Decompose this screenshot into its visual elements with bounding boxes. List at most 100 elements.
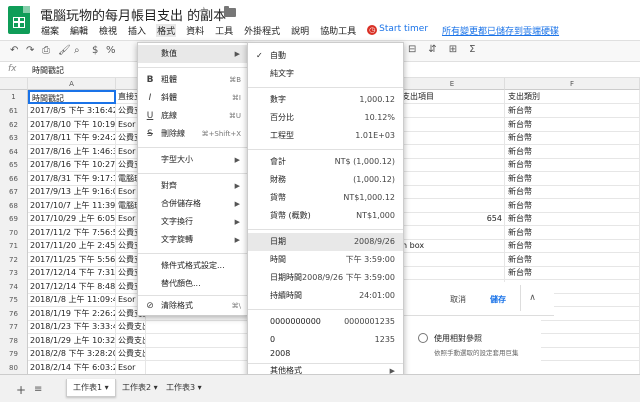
row-number[interactable]: 69 <box>0 212 28 226</box>
cell-category[interactable]: 新台幣 <box>505 212 640 226</box>
all-sheets-icon[interactable]: ≡ <box>34 384 42 395</box>
format-menu-italic[interactable]: I 斜體 ⌘I <box>138 89 248 107</box>
cell-category[interactable]: 新台幣 <box>505 252 640 267</box>
cell-timestamp[interactable]: 2017/12/14 下午 8:48:00 <box>28 279 116 294</box>
cell-category[interactable]: 新台幣 <box>505 171 640 186</box>
number-format-financial[interactable]: 財務 (1,000.12) <box>248 171 403 189</box>
insert-link-icon[interactable]: ⊟ <box>408 44 416 55</box>
cell-category[interactable]: 新台幣 <box>505 225 640 240</box>
cell-item[interactable]: h box <box>400 239 505 253</box>
header-cell-timestamp[interactable]: 時間戳記 <box>28 90 116 104</box>
sheets-logo-icon[interactable] <box>8 6 30 34</box>
header-cell-category[interactable]: 支出類別 <box>505 90 640 104</box>
number-format-accounting[interactable]: 會計 NT$ (1,000.12) <box>248 153 403 171</box>
row-number[interactable]: 68 <box>0 198 28 213</box>
cell-item[interactable]: 654 <box>400 212 505 226</box>
print-icon[interactable]: ⎙ <box>42 45 50 56</box>
cell-timestamp[interactable]: 2017/8/31 下午 9:17:16 <box>28 171 116 186</box>
filter-icon[interactable]: ⇵ <box>428 44 436 55</box>
format-menu-font-size[interactable]: 字型大小 ▶ <box>138 151 248 169</box>
row-number[interactable]: 74 <box>0 279 28 294</box>
row-number[interactable]: 64 <box>0 144 28 159</box>
cell-timestamp[interactable]: 2017/11/2 下午 7:56:52 <box>28 225 116 240</box>
format-menu-strikethrough[interactable]: S 刪除線 ⌘+Shift+X <box>138 125 248 143</box>
cell-item[interactable] <box>400 131 505 145</box>
cell-timestamp[interactable]: 2017/11/25 下午 5:56:11 <box>28 252 116 267</box>
number-format-percent[interactable]: 百分比 10.12% <box>248 109 403 127</box>
number-format-time[interactable]: 時間 下午 3:59:00 <box>248 251 403 269</box>
cell-category[interactable]: 新台幣 <box>505 198 640 213</box>
cell-category[interactable]: 新台幣 <box>505 117 640 132</box>
row-number[interactable]: 73 <box>0 266 28 280</box>
cell-item[interactable] <box>400 252 505 267</box>
cell-item[interactable] <box>400 198 505 213</box>
percent-icon[interactable]: % <box>106 45 116 56</box>
number-format-datetime[interactable]: 日期時間 2008/9/26 下午 3:59:00 <box>248 269 403 287</box>
cell-timestamp[interactable]: 2018/1/19 下午 2:26:28 <box>28 306 116 321</box>
cell-category[interactable]: 新台幣 <box>505 104 640 118</box>
format-menu-alternating-colors[interactable]: 替代顏色... <box>138 275 248 293</box>
cancel-button[interactable]: 取消 <box>450 294 466 305</box>
row-number[interactable]: 61 <box>0 104 28 118</box>
menu-format[interactable]: 格式 <box>156 24 177 37</box>
row-number[interactable]: 80 <box>0 360 28 374</box>
cell-category[interactable]: 新台幣 <box>505 144 640 159</box>
row-number[interactable]: 72 <box>0 252 28 267</box>
cell-item[interactable] <box>400 117 505 132</box>
row-number[interactable]: 76 <box>0 306 28 321</box>
header-cell-item[interactable]: 支出項目 <box>400 90 505 104</box>
format-menu-align[interactable]: 對齊 ▶ <box>138 177 248 195</box>
menu-tools[interactable]: 工具 <box>214 24 234 37</box>
menu-file[interactable]: 檔案 <box>40 24 60 37</box>
format-menu-text-rotation[interactable]: 文字旋轉 ▶ <box>138 231 248 249</box>
menu-help[interactable]: 說明 <box>290 24 310 37</box>
cell-timestamp[interactable]: 2018/2/8 下午 3:28:20 <box>28 347 116 361</box>
sheet-tab-1[interactable]: 工作表1 ▾ <box>66 379 116 397</box>
row-number[interactable]: 67 <box>0 185 28 199</box>
cell-item[interactable] <box>400 158 505 172</box>
number-format-currency[interactable]: 貨幣 NT$1,000.12 <box>248 189 403 207</box>
menu-view[interactable]: 檢視 <box>98 24 118 37</box>
cell-payer[interactable]: 公費支出 <box>116 320 146 334</box>
folder-icon[interactable] <box>224 6 236 17</box>
format-menu-underline[interactable]: U 底線 ⌘U <box>138 107 248 125</box>
row-number[interactable]: 78 <box>0 333 28 348</box>
number-format-scientific[interactable]: 工程型 1.01E+03 <box>248 127 403 145</box>
save-status-link[interactable]: 所有變更都已儲存到雲端硬碟 <box>442 24 559 37</box>
cell-category[interactable]: 新台幣 <box>505 185 640 199</box>
row-number[interactable]: 70 <box>0 225 28 240</box>
number-format-custom-zeros[interactable]: 0000000000 0000001235 <box>248 313 403 331</box>
formula-input[interactable]: 時間戳記 <box>32 65 64 76</box>
cell-item[interactable] <box>400 144 505 159</box>
save-button[interactable]: 儲存 <box>490 294 506 305</box>
column-header-a[interactable]: A <box>28 78 116 90</box>
cell-timestamp[interactable]: 2017/8/16 下午 10:27:46 <box>28 158 116 172</box>
format-menu-clear-formatting[interactable]: ⊘ 清除格式 ⌘\ <box>138 297 248 315</box>
format-menu-text-wrapping[interactable]: 文字換行 ▶ <box>138 213 248 231</box>
cell-item[interactable] <box>400 104 505 118</box>
row-number[interactable]: 75 <box>0 293 28 307</box>
menu-accessibility[interactable]: 協助工具 <box>319 24 357 37</box>
cell-timestamp[interactable]: 2017/9/13 上午 9:16:02 <box>28 185 116 199</box>
menu-insert[interactable]: 插入 <box>127 24 147 37</box>
paint-format-icon[interactable]: 🖌 <box>58 45 71 56</box>
cell-timestamp[interactable]: 2017/11/20 上午 2:45:05 <box>28 239 116 253</box>
number-format-currency-rounded[interactable]: 貨幣 (概數) NT$1,000 <box>248 207 403 225</box>
cell-timestamp[interactable]: 2017/8/16 上午 1:46:36 <box>28 144 116 159</box>
sheet-tab-2[interactable]: 工作表2 ▾ <box>116 379 164 397</box>
cell-timestamp[interactable]: 2017/8/10 下午 10:19:25 <box>28 117 116 132</box>
cell-timestamp[interactable]: 2018/1/8 上午 11:09:45 <box>28 293 116 307</box>
number-format-automatic[interactable]: ✓ 自動 <box>248 47 403 65</box>
cell-payer[interactable]: 公費支出 <box>116 333 146 348</box>
cell-timestamp[interactable]: 2017/8/5 下午 3:16:42 <box>28 104 116 118</box>
add-sheet-icon[interactable]: + <box>16 383 26 397</box>
collapse-panel-button[interactable]: ∧ <box>520 285 544 311</box>
row-number[interactable]: 1 <box>0 90 28 104</box>
cell-timestamp[interactable]: 2018/1/23 下午 3:33:47 <box>28 320 116 334</box>
cell-item[interactable] <box>400 266 505 280</box>
cell-category[interactable]: 新台幣 <box>505 158 640 172</box>
cell-timestamp[interactable]: 2017/10/7 上午 11:39:33 <box>28 198 116 213</box>
number-format-plain-text[interactable]: 純文字 <box>248 65 403 83</box>
star-icon[interactable]: ☆ <box>198 5 210 20</box>
row-number[interactable]: 62 <box>0 117 28 132</box>
